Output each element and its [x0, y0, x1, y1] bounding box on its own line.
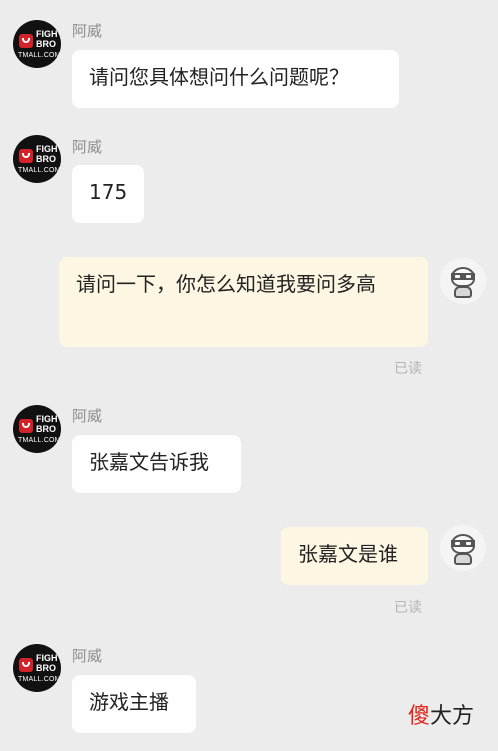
sender-name: 阿威	[72, 138, 103, 156]
shop-logo-icon	[19, 419, 33, 433]
user-avatar-eyes	[455, 275, 471, 278]
shop-logo-domain: TMALL.COM	[18, 167, 61, 174]
watermark-red-char: 傻	[408, 704, 431, 729]
sender-name: 阿威	[72, 22, 103, 40]
read-status: 已读	[394, 361, 422, 377]
message-bubble-incoming[interactable]: 请问您具体想问什么问题呢？	[72, 50, 399, 108]
shop-avatar[interactable]: FIGH BRO TMALL.COM	[13, 405, 61, 453]
shop-logo-domain: TMALL.COM	[18, 676, 61, 683]
message-bubble-incoming[interactable]: 游戏主播	[72, 675, 196, 733]
message-bubble-incoming[interactable]: 175	[72, 165, 144, 223]
user-avatar-body	[454, 286, 472, 298]
shop-logo-text: FIGH BRO	[36, 144, 58, 164]
user-avatar-body	[454, 553, 472, 565]
sender-name: 阿威	[72, 647, 103, 665]
user-avatar-eyes	[455, 542, 471, 545]
shop-logo-domain: TMALL.COM	[18, 52, 61, 59]
shop-avatar[interactable]: FIGH BRO TMALL.COM	[13, 135, 61, 183]
user-avatar[interactable]	[440, 258, 486, 304]
sender-name: 阿威	[72, 407, 103, 425]
shop-avatar[interactable]: FIGH BRO TMALL.COM	[13, 644, 61, 692]
shop-logo-icon	[19, 149, 33, 163]
message-bubble-outgoing[interactable]: 张嘉文是谁	[281, 527, 428, 585]
user-avatar[interactable]	[440, 525, 486, 571]
message-bubble-incoming[interactable]: 张嘉文告诉我	[72, 435, 241, 493]
shop-logo-text: FIGH BRO	[36, 29, 58, 49]
shop-logo-icon	[19, 658, 33, 672]
watermark-text: 大方	[430, 704, 475, 729]
shop-avatar[interactable]: FIGH BRO TMALL.COM	[13, 20, 61, 68]
shop-logo-icon	[19, 34, 33, 48]
message-bubble-outgoing[interactable]: 请问一下，你怎么知道我要问多高	[59, 257, 428, 347]
shop-logo-text: FIGH BRO	[36, 414, 58, 434]
shop-logo-text: FIGH BRO	[36, 653, 58, 673]
shop-logo-domain: TMALL.COM	[18, 437, 61, 444]
watermark: 傻大方	[408, 698, 474, 730]
read-status: 已读	[394, 600, 422, 616]
